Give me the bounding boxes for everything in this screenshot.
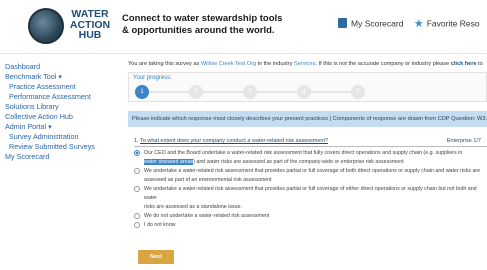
question-counter: Enterprise 1/7 <box>446 138 481 144</box>
globe-icon <box>28 8 64 44</box>
progress-label: Your progress: <box>133 75 172 81</box>
org-name-link[interactable]: Willow Creek Test Org <box>201 61 256 67</box>
radio-button[interactable] <box>134 222 140 228</box>
sidebar: Dashboard Benchmark Tool ▾ Practice Asse… <box>0 55 113 270</box>
next-button[interactable]: Next <box>138 250 174 264</box>
industry-link[interactable]: Services <box>294 61 315 67</box>
progress-step-2: 2 <box>189 85 203 99</box>
question-text: To what extent does your company conduct… <box>140 138 329 144</box>
progress-step-1: 1 <box>135 85 149 99</box>
answer-option-3[interactable]: We undertake a water-related risk assess… <box>134 185 487 212</box>
progress-connector <box>147 91 191 93</box>
site-tagline: Connect to water stewardship tools & opp… <box>122 13 282 37</box>
sidebar-item-performance-assessment[interactable]: Performance Assessment <box>9 92 113 102</box>
option-4-text: We do not undertake a water-related risk… <box>144 213 270 219</box>
answer-option-2[interactable]: We undertake a water-related risk assess… <box>134 167 487 185</box>
question-number: 1. <box>134 138 139 144</box>
answer-option-4[interactable]: We do not undertake a water-related risk… <box>134 212 487 221</box>
sidebar-item-collective-action-hub[interactable]: Collective Action Hub <box>5 112 113 122</box>
favorite-resources-link[interactable]: Favorite Reso <box>427 19 480 29</box>
logo-text: WATER ACTION HUB <box>68 9 112 41</box>
sidebar-item-my-scorecard[interactable]: My Scorecard <box>5 152 113 162</box>
progress-step-5: 5 <box>351 85 365 99</box>
sidebar-item-review-submitted-surveys[interactable]: Review Submitted Surveys <box>9 142 113 152</box>
radio-button[interactable] <box>134 213 140 219</box>
sidebar-item-practice-assessment[interactable]: Practice Assessment <box>9 82 113 92</box>
highlighted-term: water stressed areas <box>144 159 194 165</box>
tagline-line-2: & opportunities around the world. <box>122 25 275 36</box>
note-tail: to <box>476 61 483 67</box>
click-here-link[interactable]: click here <box>451 61 477 67</box>
answer-options: Our CEO and the Board undertake a water-… <box>134 149 487 230</box>
my-scorecard-link[interactable]: My Scorecard <box>351 19 403 29</box>
question-header: 1. To what extent does your company cond… <box>134 138 487 147</box>
radio-selected[interactable] <box>134 150 140 156</box>
option-1-text-cont: ) and water risks are assessed as part o… <box>193 159 404 165</box>
progress-step-3: 3 <box>243 85 257 99</box>
progress-connector <box>201 91 245 93</box>
main-content: You are taking this survey as Willow Cre… <box>128 55 487 270</box>
tagline-line-1: Connect to water stewardship tools <box>122 13 283 24</box>
note-suffix: . If this is not the accurate company or… <box>315 61 451 67</box>
option-5-text: I do not know <box>144 222 176 228</box>
logo-line-3: HUB <box>78 29 102 41</box>
scorecard-icon <box>338 17 347 28</box>
sidebar-item-admin-portal[interactable]: Admin Portal ▾ <box>5 122 113 132</box>
radio-button[interactable] <box>134 186 140 192</box>
note-mid: in the industry <box>256 61 295 67</box>
option-2-text: We undertake a water-related risk assess… <box>144 168 481 174</box>
progress-step-4: 4 <box>297 85 311 99</box>
sidebar-item-dashboard[interactable]: Dashboard <box>5 62 113 72</box>
survey-context-note: You are taking this survey as Willow Cre… <box>128 61 483 67</box>
radio-button[interactable] <box>134 168 140 174</box>
option-3-text: We undertake a water-related risk assess… <box>144 186 477 201</box>
header-nav: My Scorecard ★ Favorite Reso <box>338 17 480 30</box>
option-1-text: Our CEO and the Board undertake a water-… <box>144 150 463 156</box>
progress-connector <box>255 91 299 93</box>
sidebar-item-solutions-library[interactable]: Solutions Library <box>5 102 113 112</box>
top-header: WATER ACTION HUB Connect to water stewar… <box>0 0 487 54</box>
option-2-text-cont: assessed as part of an environmental ris… <box>144 177 272 183</box>
sidebar-item-benchmark-tool[interactable]: Benchmark Tool ▾ <box>5 72 113 82</box>
answer-option-1[interactable]: Our CEO and the Board undertake a water-… <box>134 149 487 167</box>
water-action-hub-logo[interactable]: WATER ACTION HUB <box>28 6 118 48</box>
instruction-banner: Please indicate which response most clos… <box>128 111 487 127</box>
progress-connector <box>309 91 353 93</box>
logo-line-1: WATER <box>71 8 109 20</box>
star-icon: ★ <box>413 18 424 30</box>
note-prefix: You are taking this survey as <box>128 61 201 67</box>
sidebar-item-survey-administration[interactable]: Survey Administration <box>9 132 113 142</box>
option-3-text-cont: risks are assessed as a standalone issue… <box>144 204 243 210</box>
answer-option-5[interactable]: I do not know <box>134 221 487 230</box>
progress-panel: Your progress: 1 2 3 4 5 <box>128 72 487 102</box>
